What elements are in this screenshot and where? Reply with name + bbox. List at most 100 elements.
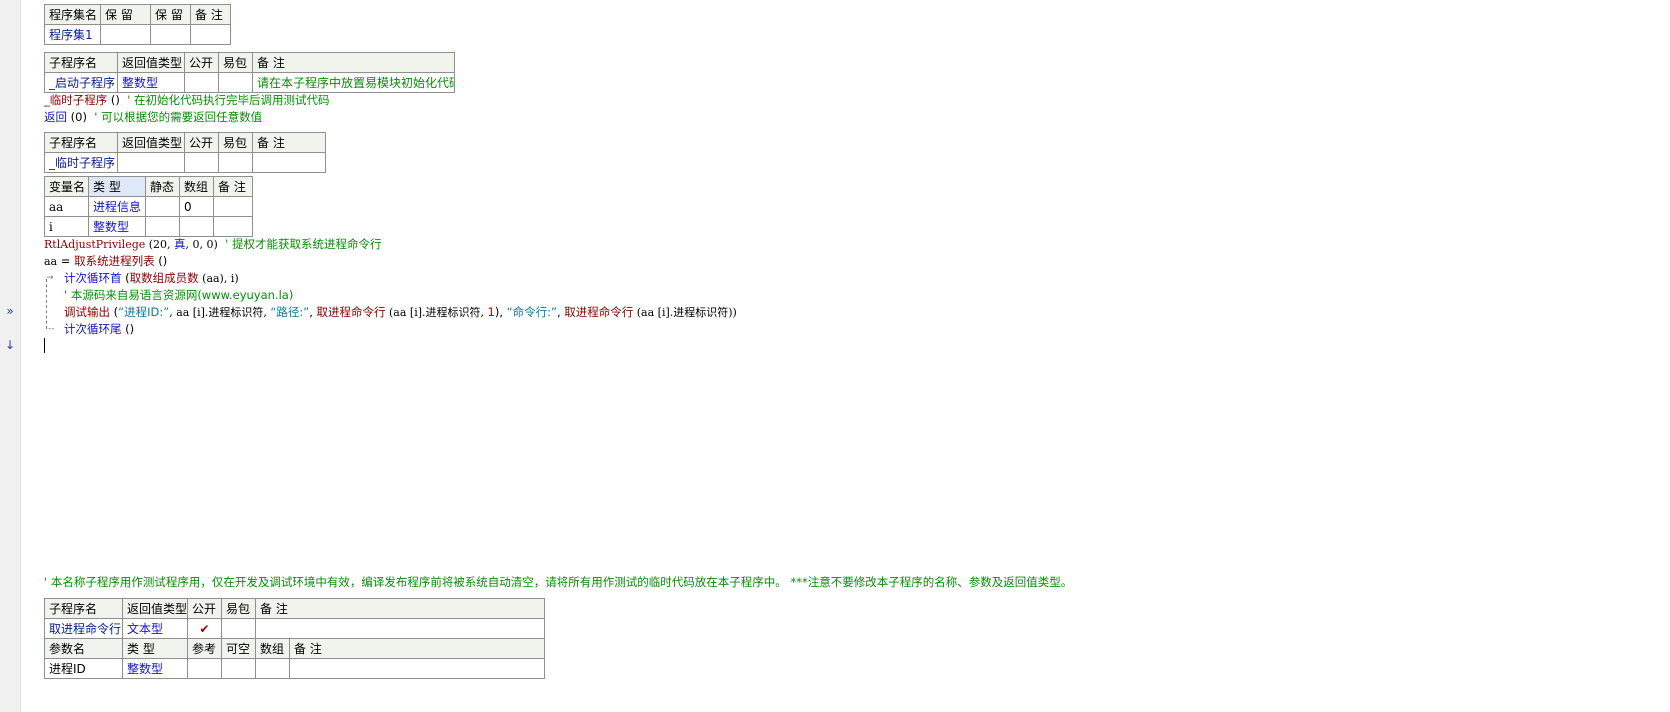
remark-cell[interactable] [289,658,545,679]
header-array: 数组 [255,638,290,659]
remark-cell[interactable] [213,196,253,217]
loop-keyword: 计次循环尾 [64,322,122,336]
code-line-assign-process-list[interactable]: aa = 取系统进程列表 () [44,253,167,270]
header-param-name: 参数名 [44,638,123,659]
code-line-debug-output[interactable]: 调试输出 (“进程ID:”, aa [i].进程标识符, “路径:”, 取进程命… [64,304,737,321]
epackage-cell[interactable] [218,72,253,93]
number-literal: 1 [487,305,495,319]
call-args: () [107,93,120,107]
code-line-return[interactable]: 返回 (0) ' 可以根据您的需要返回任意数值 [44,109,262,126]
header-array: 数组 [179,176,214,197]
epackage-cell[interactable] [218,152,253,173]
sub-name-cell[interactable]: _启动子程序 [44,72,118,93]
table-row: i 整数型 [44,216,253,237]
string-literal: “进程ID:” [118,305,170,319]
code-line-source-comment[interactable]: ' 本源码来自易语言资源网(www.eyuyan.la) [64,287,293,304]
sub-name-cell[interactable]: 取进程命令行 [44,618,123,639]
line-gutter[interactable]: » ↓ [0,0,21,712]
args: , [309,305,317,319]
var-name-cell[interactable]: aa [44,196,89,217]
temp-sub-table: 子程序名 返回值类型 公开 易包 备 注 _临时子程序 [44,132,326,173]
remark-cell[interactable] [252,152,326,173]
header-remark: 备 注 [255,598,545,619]
args: ( [110,305,119,319]
call-args: (0) [67,110,87,124]
local-variable-table: 变量名 类 型 静态 数组 备 注 aa 进程信息 0 i 整数型 [44,176,253,237]
public-checkmark-icon[interactable]: ✔ [187,618,222,639]
assembly-table: 程序集名 保 留 保 留 备 注 程序集1 [44,4,231,45]
reserved-cell-1[interactable] [100,24,151,45]
array-cell[interactable] [179,216,214,237]
remark-cell[interactable] [190,24,231,45]
epackage-cell[interactable] [221,618,256,639]
static-cell[interactable] [145,216,180,237]
header-public: 公开 [184,52,219,73]
function-name: 取进程命令行 [564,305,634,319]
cursor-line-marker-icon: ↓ [4,338,16,352]
header-return-type: 返回值类型 [117,52,185,73]
header-reserved-2: 保 留 [150,4,191,25]
header-public: 公开 [184,132,219,153]
args: (20, [145,238,175,251]
code-line-loop-end[interactable]: 计次循环尾 () [64,321,134,338]
loop-end-dash-icon: -- [48,324,55,334]
true-keyword: 真 [174,237,186,251]
reserved-cell-2[interactable] [150,24,191,45]
line-comment: ' 提权才能获取系统进程命令行 [225,237,382,251]
code-line-loop-start[interactable]: 计次循环首 (取数组成员数 (aa), i) [64,270,239,287]
public-cell[interactable] [184,72,219,93]
param-type-cell[interactable]: 整数型 [122,658,188,679]
code-editor[interactable]: 程序集名 保 留 保 留 备 注 程序集1 子程序名 返回值类型 公开 易包 备… [44,0,1670,712]
header-nullable: 可空 [221,638,256,659]
variable: aa [44,255,58,268]
header-remark: 备 注 [190,4,231,25]
var-type-cell[interactable]: 进程信息 [88,196,146,217]
code-line-call-temp-sub[interactable]: _临时子程序 () ' 在初始化代码执行完毕后调用测试代码 [44,92,330,109]
header-sub-name: 子程序名 [44,52,118,73]
string-literal: “路径:” [270,305,310,319]
return-type-cell[interactable]: 整数型 [117,72,185,93]
table-row: 进程ID 整数型 [44,658,545,679]
return-type-cell[interactable] [117,152,185,173]
header-assembly-name: 程序集名 [44,4,101,25]
line-comment: ' 本名称子程序用作测试程序用，仅在开发及调试环境中有效，编译发布程序前将被系统… [44,575,1073,589]
header-var-type: 类 型 [88,176,146,197]
static-cell[interactable] [145,196,180,217]
function-name: RtlAdjustPrivilege [44,238,146,251]
line-comment: ' 在初始化代码执行完毕后调用测试代码 [127,93,330,107]
cmdline-sub-table: 子程序名 返回值类型 公开 易包 备 注 取进程命令行 文本型 ✔ [44,598,545,639]
loop-keyword: 计次循环首 [64,271,122,285]
header-sub-name: 子程序名 [44,132,118,153]
array-cell[interactable] [255,658,290,679]
execution-marker-icon: » [6,304,14,318]
sub-name-cell[interactable]: _临时子程序 [44,152,118,173]
header-by-ref: 参考 [187,638,222,659]
public-cell[interactable] [184,152,219,173]
header-remark: 备 注 [252,52,455,73]
table-row: aa 进程信息 0 [44,196,253,217]
args: , 0, 0) [185,238,218,251]
header-epackage: 易包 [218,52,253,73]
code-line-bottom-comment[interactable]: ' 本名称子程序用作测试程序用，仅在开发及调试环境中有效，编译发布程序前将被系统… [44,574,1072,591]
var-type-cell[interactable]: 整数型 [88,216,146,237]
args: (aa), i) [198,272,239,285]
nullable-cell[interactable] [221,658,256,679]
code-line-adjust-privilege[interactable]: RtlAdjustPrivilege (20, 真, 0, 0) ' 提权才能获… [44,236,381,253]
args: () [154,254,168,268]
remark-cell[interactable]: 请在本子程序中放置易模块初始化代码 [252,72,455,93]
text-caret [44,338,45,353]
by-ref-cell[interactable] [187,658,222,679]
header-return-type: 返回值类型 [122,598,188,619]
param-name-cell[interactable]: 进程ID [44,658,123,679]
array-cell[interactable]: 0 [179,196,214,217]
var-name-cell[interactable]: i [44,216,89,237]
args: , aa [i].进程标识符, [169,306,271,319]
return-type-cell[interactable]: 文本型 [122,618,188,639]
call-name: 返回 [44,110,67,124]
args: (aa [i].进程标识符, [385,306,488,319]
args: (aa [i].进程标识符)) [633,306,737,319]
line-comment: ' 本源码来自易语言资源网(www.eyuyan.la) [64,288,294,302]
assembly-name-cell[interactable]: 程序集1 [44,24,101,45]
remark-cell[interactable] [213,216,253,237]
remark-cell[interactable] [255,618,545,639]
